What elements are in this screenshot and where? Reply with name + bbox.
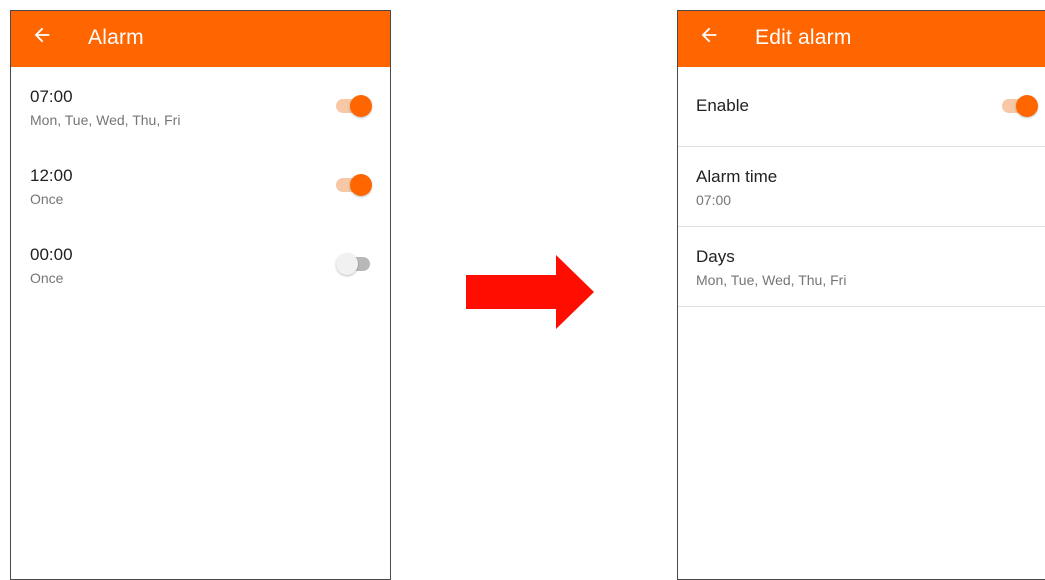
alarm-time-label: Alarm time	[696, 167, 778, 186]
alarm-toggle-0000[interactable]	[336, 253, 372, 275]
page-title: Edit alarm	[755, 26, 852, 49]
back-arrow-icon[interactable]	[31, 24, 53, 46]
right-arrow-icon	[466, 255, 594, 329]
alarm-time-value: 07:00	[696, 192, 732, 208]
alarm-list-screen: Alarm 07:00 Mon, Tue, Wed, Thu, Fri 12:0…	[10, 10, 391, 580]
enable-label: Enable	[696, 96, 749, 115]
enable-row[interactable]: Enable	[678, 67, 1045, 147]
alarm-days: Once	[30, 191, 64, 207]
alarm-time: 07:00	[30, 87, 73, 106]
alarm-app-bar: Alarm	[11, 11, 390, 67]
alarm-toggle-0700[interactable]	[336, 95, 372, 117]
alarm-toggle-1200[interactable]	[336, 174, 372, 196]
alarm-days: Mon, Tue, Wed, Thu, Fri	[30, 112, 181, 128]
enable-toggle[interactable]	[1002, 95, 1038, 117]
alarm-days: Once	[30, 270, 64, 286]
alarm-item-0000[interactable]: 00:00 Once	[11, 225, 390, 304]
alarm-time: 12:00	[30, 166, 73, 185]
edit-alarm-screen: Edit alarm Enable Alarm time 07:00 Days …	[677, 10, 1045, 580]
alarm-item-1200[interactable]: 12:00 Once	[11, 146, 390, 225]
edit-alarm-app-bar: Edit alarm	[678, 11, 1045, 67]
alarm-time: 00:00	[30, 245, 73, 264]
days-label: Days	[696, 247, 735, 266]
alarm-time-row[interactable]: Alarm time 07:00	[678, 147, 1045, 227]
alarm-item-0700[interactable]: 07:00 Mon, Tue, Wed, Thu, Fri	[11, 67, 390, 146]
days-value: Mon, Tue, Wed, Thu, Fri	[696, 272, 847, 288]
back-arrow-icon[interactable]	[698, 24, 720, 46]
page-title: Alarm	[88, 26, 144, 49]
days-row[interactable]: Days Mon, Tue, Wed, Thu, Fri	[678, 227, 1045, 307]
